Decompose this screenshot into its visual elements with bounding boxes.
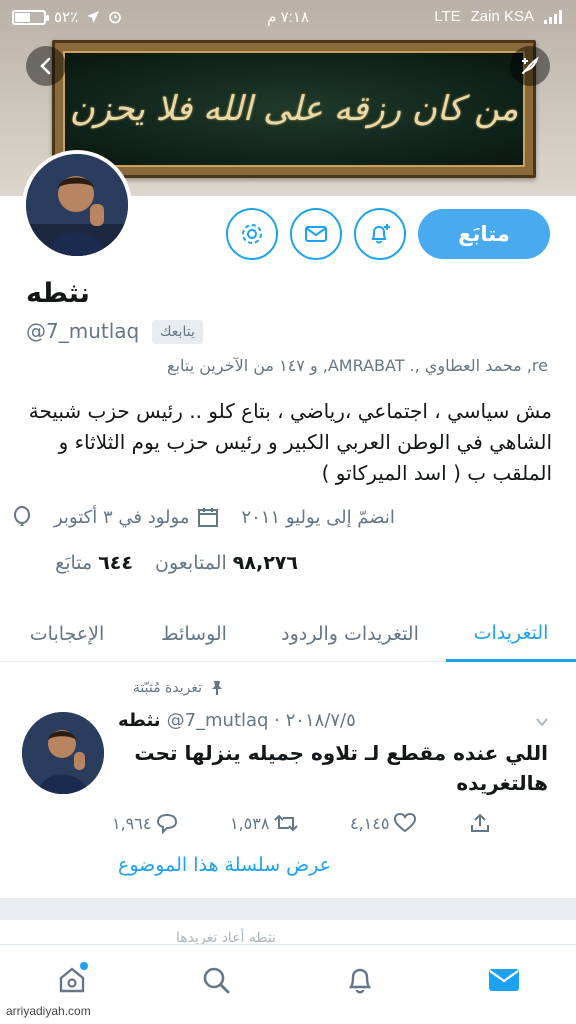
tweet-meta: @7_mutlaq · ٢٠١٨/٧/٥ <box>166 710 356 731</box>
pinned-label: تغريدة مُثبّتة <box>132 680 202 696</box>
followers-label: المتابعون <box>154 552 227 574</box>
show-thread-link[interactable]: عرض سلسلة هذا الموضوع <box>118 854 331 876</box>
joined-date: انضمّ إلى يوليو ٢٠١١ <box>241 506 394 528</box>
status-right: LTE Zain KSA <box>434 8 562 25</box>
banner-calligraphy-panel: من كان رزقه على الله فلا يحزن <box>63 51 525 167</box>
profile-avatar[interactable] <box>22 150 132 260</box>
like-action[interactable]: ٤,١٤٥ <box>350 812 417 834</box>
tweet-header: نثطه @7_mutlaq · ٢٠١٨/٧/٥ <box>118 710 356 731</box>
share-action[interactable] <box>468 812 492 834</box>
section-divider <box>0 898 576 920</box>
calendar-icon <box>198 508 219 527</box>
tab-tweets-replies[interactable]: التغريدات والردود <box>254 606 446 662</box>
followed-by-text[interactable]: re, محمد العطاوي ,. AMRABAT, و ١٤٧ من ال… <box>8 356 548 375</box>
message-button[interactable] <box>290 208 342 260</box>
banner-text: من كان رزقه على الله فلا يحزن <box>69 89 519 129</box>
balloon-icon <box>14 506 30 526</box>
signal-icon <box>544 9 562 24</box>
share-icon <box>471 813 489 832</box>
reply-icon <box>157 813 178 834</box>
retweet-icon <box>274 814 299 832</box>
network-type: LTE <box>434 8 461 25</box>
following-count[interactable]: ٦٤٤ متابَع <box>55 552 133 574</box>
birthday-text: مولود في ٣ أكتوبر <box>54 506 190 528</box>
tweet-actions: ١,٩٦٤ ١,٥٣٨ ٤,١٤٥ <box>112 812 492 834</box>
nav-messages[interactable] <box>474 950 534 1010</box>
envelope-filled-icon <box>489 968 519 991</box>
status-bar: ٥٢٪ ٧:١٨ م LTE Zain KSA <box>0 0 576 34</box>
chevron-left-icon <box>40 57 51 75</box>
tweet-author-name[interactable]: نثطه <box>118 710 161 731</box>
follows-you-badge: يتابعك <box>152 320 203 344</box>
balloon-meta <box>12 506 32 528</box>
tab-media[interactable]: الوسائط <box>134 606 254 662</box>
watermark: arriyadiyah.com <box>6 1004 91 1018</box>
tweet-avatar-image <box>22 712 104 794</box>
home-notification-dot <box>80 961 88 970</box>
calendar-meta: مولود في ٣ أكتوبر <box>54 506 219 528</box>
profile-tabs: التغريدات التغريدات والردود الوسائط الإع… <box>0 606 576 662</box>
settings-button[interactable] <box>226 208 278 260</box>
compose-tweet-button[interactable] <box>510 46 550 86</box>
following-label: متابَع <box>55 552 93 574</box>
nav-home[interactable] <box>42 950 102 1010</box>
tab-tweets[interactable]: التغريدات <box>446 606 576 662</box>
avatar-image <box>26 154 128 256</box>
carrier-name: Zain KSA <box>470 8 534 25</box>
back-button[interactable] <box>26 46 66 86</box>
tweet-text: اللي عنده مقطع لـ تلاوه جميله ينزلها تحت… <box>134 741 548 795</box>
follow-counts: ٩٨,٢٧٦ المتابعون ٦٤٤ متابَع <box>55 552 298 574</box>
search-icon <box>203 967 230 993</box>
envelope-icon <box>305 226 327 242</box>
pin-icon <box>212 681 222 695</box>
nav-notifications[interactable] <box>330 950 390 1010</box>
heart-icon <box>394 812 417 833</box>
profile-name: نثطه <box>26 278 90 309</box>
reply-action[interactable]: ١,٩٦٤ <box>112 812 179 834</box>
profile-bio: مش سياسي ، اجتماعي ،رياضي ، بتاع كلو .. … <box>28 399 552 485</box>
pinned-indicator: تغريدة مُثبّتة <box>133 680 224 696</box>
followers-count[interactable]: ٩٨,٢٧٦ المتابعون <box>155 552 298 574</box>
bell-plus-icon <box>371 224 390 244</box>
joined-text: انضمّ إلى يوليو ٢٠١١ <box>241 506 395 528</box>
profile-handle: @7_mutlaq <box>26 319 140 343</box>
bell-icon <box>348 968 372 993</box>
chevron-down-icon[interactable] <box>534 714 550 730</box>
followers-number: ٩٨,٢٧٦ <box>232 552 298 574</box>
tweet-avatar[interactable] <box>22 712 104 794</box>
following-button[interactable]: متابَع <box>418 209 550 259</box>
notifications-subscribe-button[interactable] <box>354 208 406 260</box>
compose-feather-icon <box>522 56 539 74</box>
nav-search[interactable] <box>186 950 246 1010</box>
banner-frame: من كان رزقه على الله فلا يحزن <box>52 40 536 178</box>
like-count: ٤,١٤٥ <box>350 813 390 833</box>
following-number: ٦٤٤ <box>98 552 133 574</box>
retweet-count: ١,٥٣٨ <box>230 813 270 833</box>
gear-icon <box>242 224 262 244</box>
retweet-action[interactable]: ١,٥٣٨ <box>230 812 299 834</box>
reply-count: ١,٩٦٤ <box>112 813 152 833</box>
profile-meta: انضمّ إلى يوليو ٢٠١١ مولود في ٣ أكتوبر <box>12 506 552 528</box>
tab-likes[interactable]: الإعجابات <box>0 606 134 662</box>
